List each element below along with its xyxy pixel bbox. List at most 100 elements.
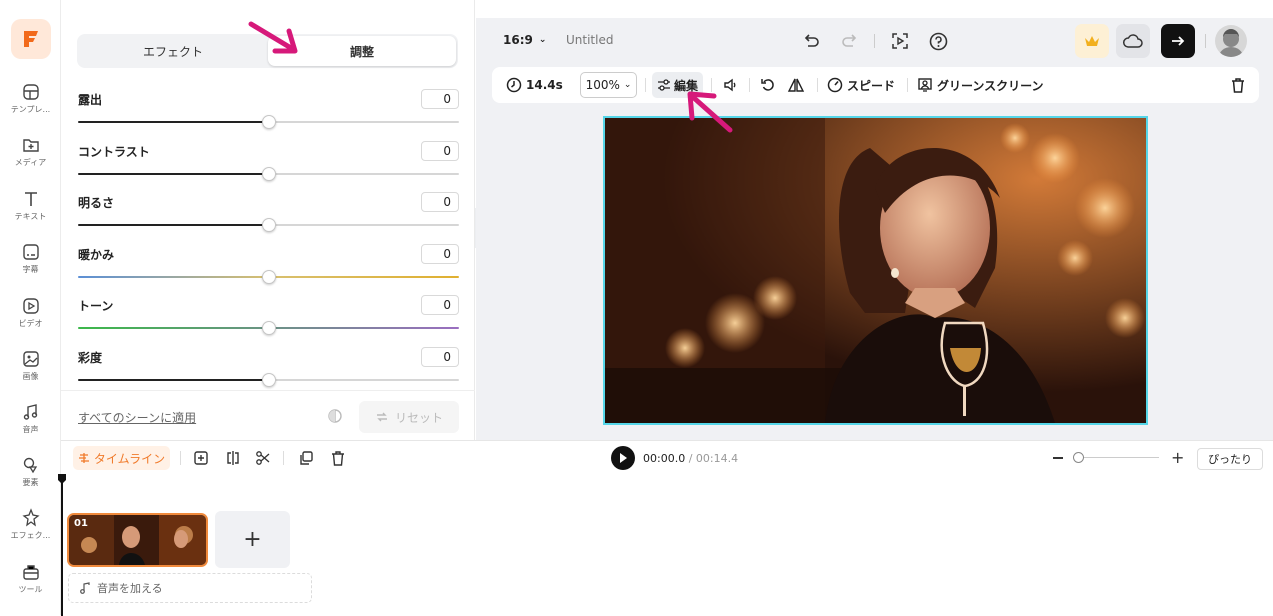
compare-icon[interactable] [327, 408, 343, 428]
avatar[interactable] [1215, 25, 1247, 57]
timeline-zoom-slider[interactable] [1075, 457, 1159, 458]
annotation-arrow-icon [248, 21, 298, 54]
clip-toolbar: 14.4s 100% ⌄ 編集 スピード グリーンスクリーン [492, 67, 1259, 103]
adjust-label: コントラスト [78, 144, 150, 159]
adjust-value-input[interactable]: 0 [421, 295, 459, 315]
annotation-arrow-icon [687, 91, 733, 133]
divider [749, 78, 750, 92]
zoom-select[interactable]: 100% ⌄ [580, 72, 637, 98]
divider [874, 34, 875, 48]
green-screen-control[interactable]: グリーンスクリーン [917, 67, 1044, 103]
divider [1205, 34, 1206, 48]
sidebar-item-media[interactable]: メディア [0, 135, 61, 168]
add-scene-icon[interactable] [188, 445, 214, 471]
divider [180, 451, 181, 465]
speed-control[interactable]: スピード [827, 67, 895, 103]
adjust-value-input[interactable]: 0 [421, 192, 459, 212]
image-icon [22, 351, 39, 367]
sidebar-item-subtitle[interactable]: 字幕 [0, 242, 61, 275]
premium-button[interactable] [1075, 24, 1109, 58]
total-time: 00:14.4 [695, 452, 739, 465]
reset-label: リセット [394, 410, 443, 425]
adjust-label: トーン [78, 299, 114, 313]
zoom-slider-knob[interactable] [1073, 452, 1084, 463]
app-logo[interactable] [11, 19, 51, 59]
green-screen-icon [918, 78, 932, 92]
duplicate-icon[interactable] [293, 445, 319, 471]
adjust-slider-knob[interactable] [261, 115, 276, 129]
timeline-tab[interactable]: タイムライン [73, 446, 170, 470]
sidebar-item-video[interactable]: ビデオ [0, 296, 61, 329]
reset-icon [376, 412, 387, 422]
delete-icon[interactable] [325, 445, 351, 471]
aspect-ratio-select[interactable]: 16:9 ⌄ [503, 33, 546, 47]
adjust-slider-knob[interactable] [261, 321, 276, 335]
sidebar-item-elements[interactable]: 要素 [0, 455, 61, 488]
adjust-slider-knob[interactable] [261, 269, 276, 284]
playhead[interactable] [61, 474, 63, 616]
adjust-slider-knob[interactable] [261, 372, 276, 387]
sidebar-item-label: テンプレ... [10, 105, 51, 114]
play-button[interactable] [611, 446, 635, 470]
media-icon [22, 139, 39, 152]
cloud-save-button[interactable] [1116, 24, 1150, 58]
reset-button[interactable]: リセット [359, 401, 459, 433]
canvas-area: 16:9 ⌄ Untitled 14.4s 100% ⌄ 編集 スピード グリー… [476, 18, 1273, 440]
left-rail: テンプレ... メディアテキスト字幕ビデオ画像音声要素エフェク... ツール [0, 0, 61, 615]
sidebar-item-music[interactable]: 音声 [0, 402, 61, 435]
tab-effects[interactable]: エフェクト [79, 36, 267, 66]
sidebar-item-label: ビデオ [18, 319, 43, 328]
timeline-icon [78, 453, 89, 463]
clip-thumbnail [69, 515, 206, 565]
redo-icon[interactable] [837, 28, 863, 54]
zoom-value: 100% [585, 78, 620, 92]
adjust-slider-knob[interactable] [261, 166, 276, 181]
sidebar-item-effects[interactable]: エフェク... [0, 508, 61, 541]
adjust-value-input[interactable]: 0 [421, 89, 459, 109]
cloud-icon [1123, 34, 1143, 48]
apply-all-scenes-link[interactable]: すべてのシーンに適用 [78, 409, 196, 426]
add-clip-button[interactable]: + [215, 511, 290, 568]
brand-logo-icon [24, 31, 38, 47]
sidebar-item-label: 字幕 [22, 265, 39, 274]
adjust-label: 露出 [78, 93, 103, 107]
split-icon[interactable] [220, 445, 246, 471]
video-frame-image [605, 118, 1146, 423]
video-preview[interactable] [603, 116, 1148, 425]
undo-icon[interactable] [798, 28, 824, 54]
add-audio-label: 音声を加える [97, 582, 163, 595]
elements-icon [23, 457, 37, 474]
sidebar-item-image[interactable]: 画像 [0, 349, 61, 382]
clip-number: 01 [74, 518, 88, 529]
adjust-value-input[interactable]: 0 [421, 243, 459, 264]
play-icon [620, 453, 627, 463]
sidebar-item-label: 要素 [22, 478, 39, 487]
duration-control[interactable]: 14.4s [506, 67, 563, 103]
preview-icon[interactable] [887, 28, 913, 54]
current-time: 00:00.0 [643, 452, 686, 465]
sidebar-item-text[interactable]: テキスト [0, 189, 61, 222]
help-icon[interactable] [925, 28, 951, 54]
sidebar-item-tools[interactable]: ツール [0, 562, 61, 595]
sidebar-item-label: 音声 [22, 425, 39, 434]
trash-icon[interactable] [1230, 67, 1246, 103]
project-title[interactable]: Untitled [566, 33, 613, 47]
zoom-in-icon[interactable]: + [1171, 448, 1184, 467]
add-audio-track[interactable]: 音声を加える [68, 573, 312, 603]
rotate-icon[interactable] [760, 67, 776, 103]
chevron-down-icon: ⌄ [623, 80, 632, 90]
fit-button[interactable]: ぴったり [1197, 448, 1263, 470]
adjust-slider-knob[interactable] [261, 218, 276, 232]
speedometer-icon [827, 77, 843, 93]
scissors-icon[interactable] [250, 445, 276, 471]
adjust-value-input[interactable]: 0 [421, 346, 459, 367]
sidebar-item-label: エフェク... [10, 531, 51, 540]
timeline-clip[interactable]: 01 [67, 513, 208, 567]
zoom-out-icon[interactable] [1053, 457, 1063, 459]
adjust-value-input[interactable]: 0 [421, 140, 459, 161]
flip-icon[interactable] [787, 67, 805, 103]
video-icon [22, 298, 39, 314]
adjust-label: 明るさ [78, 196, 115, 210]
sidebar-item-template[interactable]: テンプレ... [0, 82, 61, 115]
export-button[interactable] [1161, 24, 1195, 58]
